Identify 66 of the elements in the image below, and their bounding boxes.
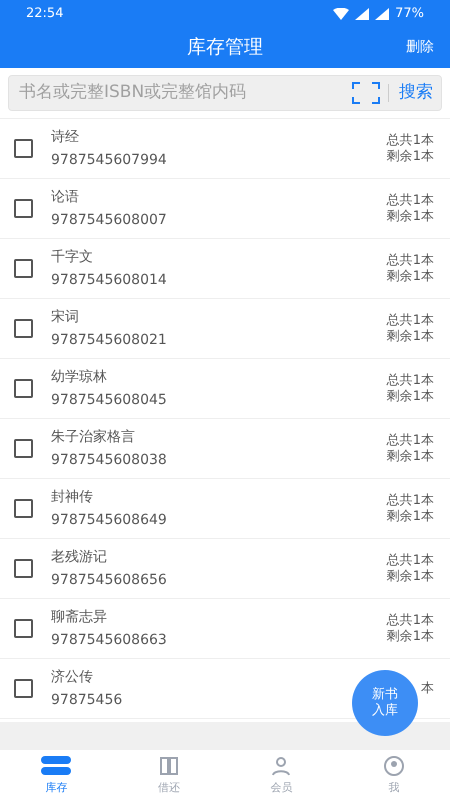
total-count: 总共1本 <box>386 372 434 388</box>
remaining-count: 剩余1本 <box>386 508 434 524</box>
total-count: 本 <box>421 680 434 696</box>
remaining-count: 剩余1本 <box>386 568 434 584</box>
stack-icon <box>40 754 72 778</box>
total-count: 总共1本 <box>386 192 434 208</box>
checkbox[interactable] <box>14 199 33 218</box>
book-isbn: 9787545608021 <box>51 330 167 350</box>
checkbox[interactable] <box>14 619 33 638</box>
total-count: 总共1本 <box>386 432 434 448</box>
nav-tab[interactable]: 借还 <box>112 750 225 800</box>
new-book-button[interactable]: 新书 入库 <box>352 670 418 736</box>
book-isbn: 9787545607994 <box>51 150 167 170</box>
remaining-count: 剩余1本 <box>386 448 434 464</box>
remaining-count: 剩余1本 <box>386 208 434 224</box>
book-isbn: 9787545608656 <box>51 570 167 590</box>
book-title: 论语 <box>51 188 79 206</box>
total-count: 总共1本 <box>386 612 434 628</box>
nav-tab[interactable]: 库存 <box>0 750 112 800</box>
checkbox[interactable] <box>14 139 33 158</box>
nav-tab[interactable]: 会员 <box>225 750 338 800</box>
book-title: 宋词 <box>51 308 79 326</box>
total-count: 总共1本 <box>386 132 434 148</box>
book-title: 朱子治家格言 <box>51 428 135 446</box>
remaining-count: 剩余1本 <box>386 328 434 344</box>
book-isbn: 9787545608045 <box>51 390 167 410</box>
book-isbn: 9787545608014 <box>51 270 167 290</box>
remaining-count: 剩余1本 <box>386 268 434 284</box>
book-isbn: 97875456 <box>51 690 122 710</box>
checkbox[interactable] <box>14 499 33 518</box>
signal-icon <box>355 8 370 20</box>
book-title: 幼学琼林 <box>51 368 107 386</box>
total-count: 总共1本 <box>386 552 434 568</box>
total-count: 总共1本 <box>386 492 434 508</box>
book-isbn: 9787545608038 <box>51 450 167 470</box>
checkbox[interactable] <box>14 679 33 698</box>
battery-level: 77% <box>395 4 424 23</box>
remaining-count: 剩余1本 <box>386 148 434 164</box>
user-icon <box>382 754 406 778</box>
checkbox[interactable] <box>14 379 33 398</box>
checkbox[interactable] <box>14 559 33 578</box>
book-title: 封神传 <box>51 488 93 506</box>
total-count: 总共1本 <box>386 252 434 268</box>
scan-icon[interactable] <box>352 81 380 105</box>
remaining-count: 剩余1本 <box>386 628 434 644</box>
checkbox[interactable] <box>14 439 33 458</box>
book-isbn: 9787545608649 <box>51 510 167 530</box>
nav-tab[interactable]: 我 <box>338 750 450 800</box>
wifi-icon <box>333 8 350 20</box>
total-count: 总共1本 <box>386 312 434 328</box>
remaining-count: 剩余1本 <box>386 388 434 404</box>
page-title: 库存管理 <box>187 35 263 60</box>
signal-icon <box>375 8 390 20</box>
book-isbn: 9787545608007 <box>51 210 167 230</box>
status-time: 22:54 <box>26 4 64 23</box>
book-title: 聊斋志异 <box>51 608 107 626</box>
book-isbn: 9787545608663 <box>51 630 167 650</box>
book-title: 济公传 <box>51 668 93 686</box>
checkbox[interactable] <box>14 259 33 278</box>
search-button[interactable]: 搜索 <box>399 80 433 106</box>
book-title: 诗经 <box>51 128 79 146</box>
search-field[interactable]: 书名或完整ISBN或完整馆内码 搜索 <box>8 75 442 111</box>
checkbox[interactable] <box>14 319 33 338</box>
book-title: 千字文 <box>51 248 93 266</box>
delete-button[interactable]: 删除 <box>406 37 434 58</box>
book-title: 老残游记 <box>51 548 107 566</box>
